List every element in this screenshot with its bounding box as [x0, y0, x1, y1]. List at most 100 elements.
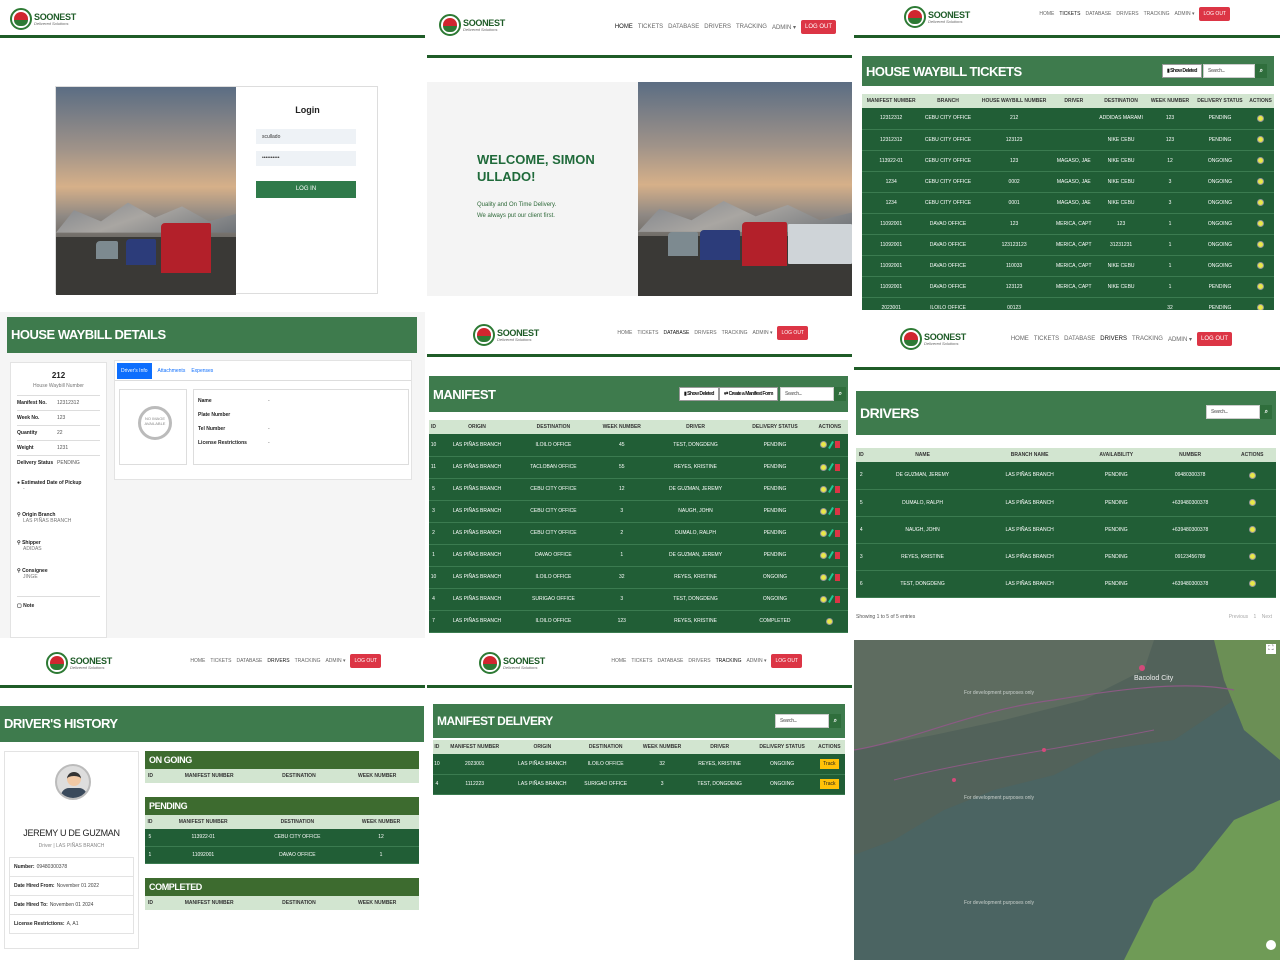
search-input[interactable]: Search... [780, 387, 834, 401]
nav-tickets[interactable]: TICKETS [631, 658, 652, 664]
view-icon[interactable] [819, 595, 827, 603]
pagination-next[interactable]: Next [1262, 614, 1272, 620]
table-row[interactable]: 113922-01 CEBU CITY OFFICE 123 MAGASO, JAE N… [862, 150, 1274, 172]
login-button[interactable]: LOG IN [256, 181, 356, 198]
delete-icon[interactable] [834, 507, 840, 515]
table-row[interactable]: 2 DE GUZMAN, JEREMY LAS PIÑAS BRANCH PENDIN… [856, 462, 1276, 490]
nav-drivers[interactable]: DRIVERS [267, 658, 289, 664]
brand-logo[interactable]: SOONEST Delivered Solutions [473, 324, 539, 346]
brand-logo[interactable]: SOONEST Delivered Solutions [10, 8, 76, 30]
column-header[interactable]: ID [145, 895, 156, 910]
edit-icon[interactable] [827, 529, 834, 537]
pagination-page[interactable]: 1 [1254, 614, 1257, 620]
column-header[interactable]: ACTIONS [1228, 448, 1276, 462]
tab-drivers-info[interactable]: Driver's Info [117, 362, 152, 379]
search-input[interactable]: Search... [775, 714, 829, 728]
delete-icon[interactable] [834, 551, 840, 559]
table-row[interactable]: 6 TEST, DONGDENG LAS PIÑAS BRANCH PENDING +6… [856, 570, 1276, 598]
view-icon[interactable] [1257, 178, 1265, 185]
column-header[interactable]: ID [429, 420, 438, 434]
nav-home[interactable]: HOME [1011, 336, 1029, 342]
nav-admin[interactable]: ADMIN ▾ [772, 24, 796, 31]
column-header[interactable]: DESTINATION [575, 740, 636, 754]
view-icon[interactable] [819, 485, 827, 493]
delete-icon[interactable] [834, 441, 840, 449]
logout-button[interactable]: LOG OUT [777, 326, 808, 340]
column-header[interactable]: WEEK NUMBER [635, 740, 689, 754]
column-header[interactable]: WEEK NUMBER [1147, 94, 1193, 108]
edit-icon[interactable] [827, 440, 834, 449]
password-input[interactable]: •••••••••• [256, 151, 356, 166]
column-header[interactable]: WEEK NUMBER [335, 895, 419, 910]
column-header[interactable]: DELIVERY STATUS [738, 420, 812, 434]
show-deleted-button[interactable]: ▮ Show Deleted [679, 387, 719, 401]
column-header[interactable]: DRIVER [688, 740, 751, 754]
column-header[interactable]: ID [433, 740, 441, 754]
nav-admin[interactable]: ADMIN ▾ [1174, 11, 1194, 17]
delete-icon[interactable] [834, 573, 840, 581]
view-icon[interactable] [1248, 553, 1256, 560]
nav-drivers[interactable]: DRIVERS [694, 330, 716, 336]
column-header[interactable]: DESTINATION [1095, 94, 1148, 108]
table-row[interactable]: 10 LAS PIÑAS BRANCH ILOILO OFFICE 45 TEST, D… [429, 434, 848, 457]
table-row[interactable]: 10 2023001 LAS PIÑAS BRANCH ILOILO OFFICE 32… [433, 754, 845, 775]
search-icon[interactable]: ⌕ [1255, 64, 1267, 78]
nav-admin[interactable]: ADMIN ▾ [752, 330, 772, 336]
view-icon[interactable] [1257, 220, 1265, 227]
track-button[interactable]: Track [820, 779, 839, 789]
edit-icon[interactable] [827, 595, 834, 603]
view-icon[interactable] [1257, 304, 1265, 310]
nav-tracking[interactable]: TRACKING [736, 24, 767, 30]
table-row[interactable]: 10 LAS PIÑAS BRANCH ILOILO OFFICE 32 REYES, … [429, 566, 848, 589]
column-header[interactable]: DELIVERY STATUS [1192, 94, 1248, 108]
search-icon[interactable]: ⌕ [829, 714, 841, 728]
search-icon[interactable]: ⌕ [1260, 405, 1272, 419]
column-header[interactable]: DESTINATION [262, 895, 336, 910]
tab-expenses[interactable]: Expenses [191, 368, 213, 374]
column-header[interactable]: MANIFEST NUMBER [440, 740, 509, 754]
column-header[interactable]: MANIFEST NUMBER [155, 895, 263, 910]
table-row[interactable]: 1234 CEBU CITY OFFICE 0002 MAGASO, JAE NIKE … [862, 171, 1274, 193]
table-row[interactable]: 11092001 DAVAO OFFICE 110033 MERICA, CAPT NI… [862, 255, 1274, 277]
table-row[interactable]: 3 LAS PIÑAS BRANCH CEBU CITY OFFICE 3 NAUGH,… [429, 500, 848, 523]
view-icon[interactable] [1248, 499, 1256, 506]
view-icon[interactable] [819, 529, 827, 537]
nav-admin[interactable]: ADMIN ▾ [1168, 336, 1192, 343]
nav-admin[interactable]: ADMIN ▾ [325, 658, 345, 664]
view-icon[interactable] [1248, 526, 1256, 533]
nav-home[interactable]: HOME [611, 658, 626, 664]
column-header[interactable]: DRIVER [1052, 94, 1096, 108]
view-icon[interactable] [1257, 262, 1265, 269]
table-row[interactable]: 1234 CEBU CITY OFFICE 0001 MAGASO, JAE NIKE … [862, 192, 1274, 214]
nav-tracking[interactable]: TRACKING [1132, 336, 1163, 342]
track-button[interactable]: Track [820, 758, 839, 769]
nav-drivers[interactable]: DRIVERS [704, 24, 731, 30]
table-row[interactable]: 4 NAUGH, JOHN LAS PIÑAS BRANCH PENDING +6394… [856, 516, 1276, 544]
search-input[interactable]: Search... [1206, 405, 1260, 419]
table-row[interactable]: 11092001 DAVAO OFFICE 123123 MERICA, CAPT NI… [862, 276, 1274, 298]
nav-drivers[interactable]: DRIVERS [1116, 11, 1138, 17]
pagination-previous[interactable]: Previous [1229, 614, 1248, 620]
table-row[interactable]: 4 1112223 LAS PIÑAS BRANCH SURIGAO OFFICE 3 T… [433, 774, 845, 795]
column-header[interactable]: WEEK NUMBER [590, 420, 653, 434]
table-row[interactable]: 5 DUMALO, RALPH LAS PIÑAS BRANCH PENDING +63… [856, 489, 1276, 517]
nav-tickets[interactable]: TICKETS [637, 330, 658, 336]
table-row[interactable]: 5 113922-01 CEBU CITY OFFICE 12 [145, 829, 419, 847]
table-row[interactable]: 11092001 DAVAO OFFICE 123123123 MERICA, CAP… [862, 234, 1274, 256]
column-header[interactable]: ORIGIN [508, 740, 576, 754]
view-icon[interactable] [1257, 241, 1265, 248]
brand-logo[interactable]: SOONEST Delivered Solutions [46, 652, 112, 674]
view-icon[interactable] [826, 617, 834, 625]
fullscreen-icon[interactable]: ⛶ [1266, 644, 1276, 654]
column-header[interactable]: ACTIONS [813, 740, 845, 754]
search-input[interactable]: Search... [1203, 64, 1255, 78]
brand-logo[interactable]: SOONEST Delivered Solutions [900, 328, 966, 350]
nav-database[interactable]: DATABASE [657, 658, 683, 664]
show-deleted-button[interactable]: ▮ Show Deleted [1162, 64, 1202, 78]
nav-home[interactable]: HOME [190, 658, 205, 664]
table-row[interactable]: 11092001 DAVAO OFFICE 123 MERICA, CAPT 123 1 O… [862, 213, 1274, 235]
table-row[interactable]: 1 LAS PIÑAS BRANCH DAVAO OFFICE 1 DE GUZMAN,… [429, 544, 848, 567]
view-icon[interactable] [1257, 114, 1265, 122]
nav-drivers[interactable]: DRIVERS [1100, 336, 1127, 342]
view-icon[interactable] [819, 551, 827, 559]
